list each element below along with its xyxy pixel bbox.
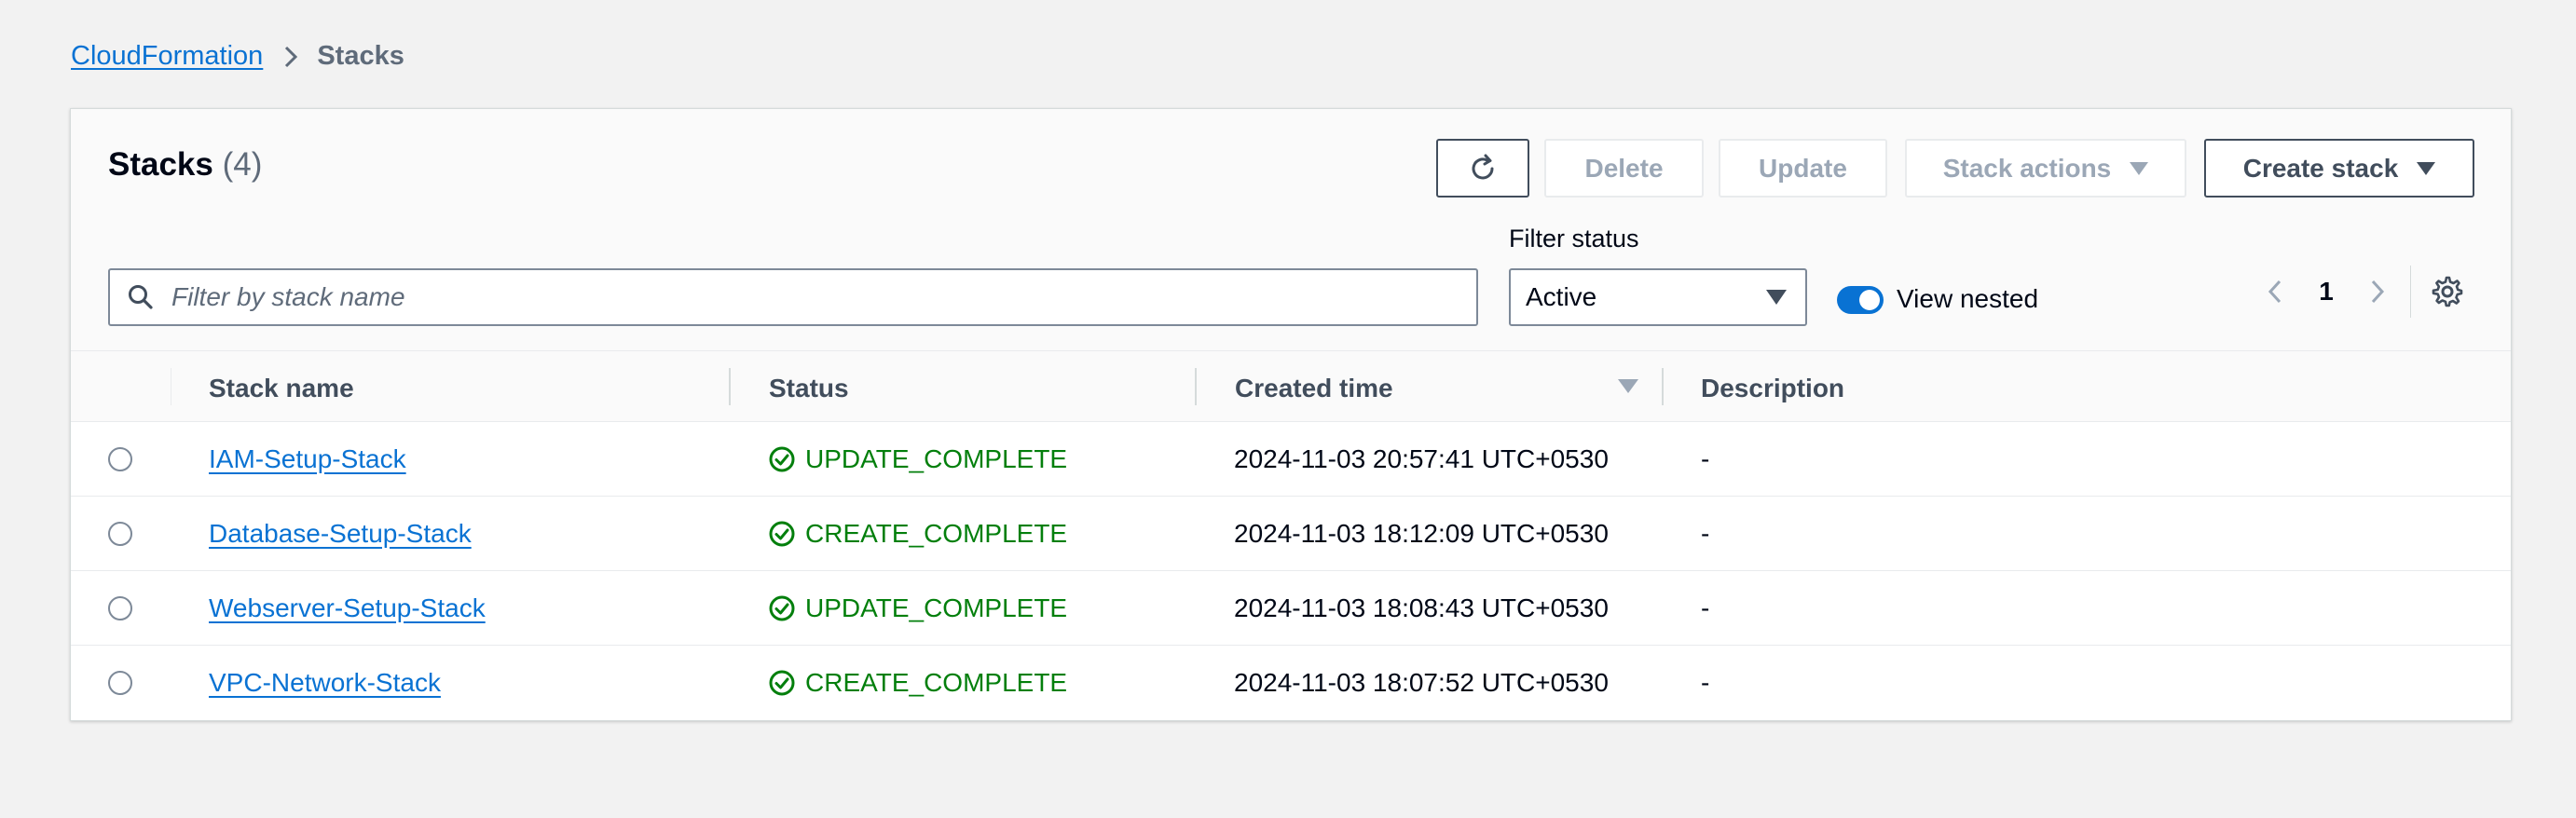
check-circle-icon	[769, 595, 795, 621]
description: -	[1701, 593, 1710, 622]
stack-name-link[interactable]: Database-Setup-Stack	[209, 519, 472, 549]
row-select-radio[interactable]	[108, 522, 132, 546]
toggle-knob	[1859, 290, 1880, 310]
update-button[interactable]: Update	[1719, 139, 1887, 198]
filter-status-label: Filter status	[1509, 225, 1639, 252]
status-badge: CREATE_COMPLETE	[768, 668, 1067, 698]
stacks-table: Stack name Status Created time Descripti…	[71, 350, 2511, 720]
chevron-right-icon	[283, 45, 298, 69]
stacks-panel: Stacks (4) Delete Update Stack actions C…	[70, 108, 2512, 721]
status-badge: CREATE_COMPLETE	[768, 519, 1067, 549]
status-text: UPDATE_COMPLETE	[805, 444, 1068, 473]
status-text: CREATE_COMPLETE	[805, 668, 1068, 697]
check-circle-icon	[769, 521, 795, 547]
table-row: VPC-Network-Stack CREATE_COMPLETE 2024-1…	[71, 646, 2511, 720]
create-stack-button[interactable]: Create stack	[2204, 139, 2474, 198]
column-resizer[interactable]	[1195, 368, 1197, 405]
column-header-stack-name[interactable]: Stack name	[209, 374, 354, 403]
gear-icon	[2432, 276, 2463, 307]
create-stack-label: Create stack	[2242, 153, 2399, 183]
stack-name-link[interactable]: Webserver-Setup-Stack	[209, 593, 486, 623]
page-title: Stacks (4)	[108, 146, 262, 184]
column-header-description[interactable]: Description	[1701, 374, 1844, 403]
breadcrumb-cloudformation-link[interactable]: CloudFormation	[71, 41, 263, 72]
check-circle-icon	[769, 446, 795, 472]
search-icon	[127, 283, 155, 311]
page-number: 1	[2319, 277, 2334, 306]
title-text: Stacks	[108, 146, 213, 183]
status-badge: UPDATE_COMPLETE	[768, 593, 1067, 623]
next-page-button[interactable]	[2364, 273, 2391, 310]
previous-page-button[interactable]	[2261, 273, 2289, 310]
column-header-created-time[interactable]: Created time	[1235, 374, 1393, 403]
description: -	[1701, 519, 1710, 548]
row-select-radio[interactable]	[108, 596, 132, 620]
description: -	[1701, 444, 1710, 473]
stack-count: (4)	[222, 146, 263, 183]
row-select-radio[interactable]	[108, 447, 132, 471]
refresh-icon	[1467, 153, 1499, 184]
row-select-radio[interactable]	[108, 671, 132, 695]
breadcrumb: CloudFormation Stacks	[71, 41, 404, 72]
stack-actions-label: Stack actions	[1942, 153, 2112, 183]
table-header: Stack name Status Created time Descripti…	[71, 350, 2511, 422]
view-nested-toggle[interactable]	[1837, 286, 1884, 314]
delete-button-label: Delete	[1584, 153, 1664, 183]
page-1-button[interactable]: 1	[2308, 273, 2345, 310]
stack-name-link[interactable]: VPC-Network-Stack	[209, 668, 441, 698]
created-time: 2024-11-03 20:57:41 UTC+0530	[1234, 444, 1609, 473]
search-input[interactable]	[170, 281, 1459, 313]
caret-down-icon	[2130, 161, 2149, 175]
filter-status-select[interactable]: Active	[1509, 268, 1807, 326]
caret-down-icon	[2417, 161, 2436, 175]
stack-name-link[interactable]: IAM-Setup-Stack	[209, 444, 406, 474]
description: -	[1701, 668, 1710, 697]
view-nested-label: View nested	[1897, 284, 2039, 313]
check-circle-icon	[769, 670, 795, 696]
status-text: CREATE_COMPLETE	[805, 519, 1068, 548]
filter-status-value: Active	[1526, 282, 1597, 311]
created-time: 2024-11-03 18:12:09 UTC+0530	[1234, 519, 1609, 548]
status-badge: UPDATE_COMPLETE	[768, 444, 1067, 474]
refresh-button[interactable]	[1436, 139, 1529, 198]
created-time: 2024-11-03 18:08:43 UTC+0530	[1234, 593, 1609, 622]
stack-actions-button[interactable]: Stack actions	[1905, 139, 2186, 198]
update-button-label: Update	[1759, 153, 1847, 183]
created-time: 2024-11-03 18:07:52 UTC+0530	[1234, 668, 1609, 697]
column-header-status[interactable]: Status	[769, 374, 849, 403]
column-resizer[interactable]	[729, 368, 731, 405]
chevron-right-icon	[2369, 278, 2386, 306]
status-text: UPDATE_COMPLETE	[805, 593, 1068, 622]
table-row: Database-Setup-Stack CREATE_COMPLETE 202…	[71, 497, 2511, 571]
breadcrumb-current: Stacks	[317, 41, 404, 71]
sort-descending-icon[interactable]	[1618, 379, 1638, 393]
chevron-left-icon	[2267, 278, 2283, 306]
column-resizer[interactable]	[1662, 368, 1664, 405]
caret-down-icon	[1766, 290, 1787, 305]
pagination-divider	[2410, 266, 2411, 318]
table-row: IAM-Setup-Stack UPDATE_COMPLETE 2024-11-…	[71, 422, 2511, 497]
search-box	[108, 268, 1478, 326]
table-row: Webserver-Setup-Stack UPDATE_COMPLETE 20…	[71, 571, 2511, 646]
preferences-button[interactable]	[2429, 273, 2466, 310]
delete-button[interactable]: Delete	[1544, 139, 1704, 198]
